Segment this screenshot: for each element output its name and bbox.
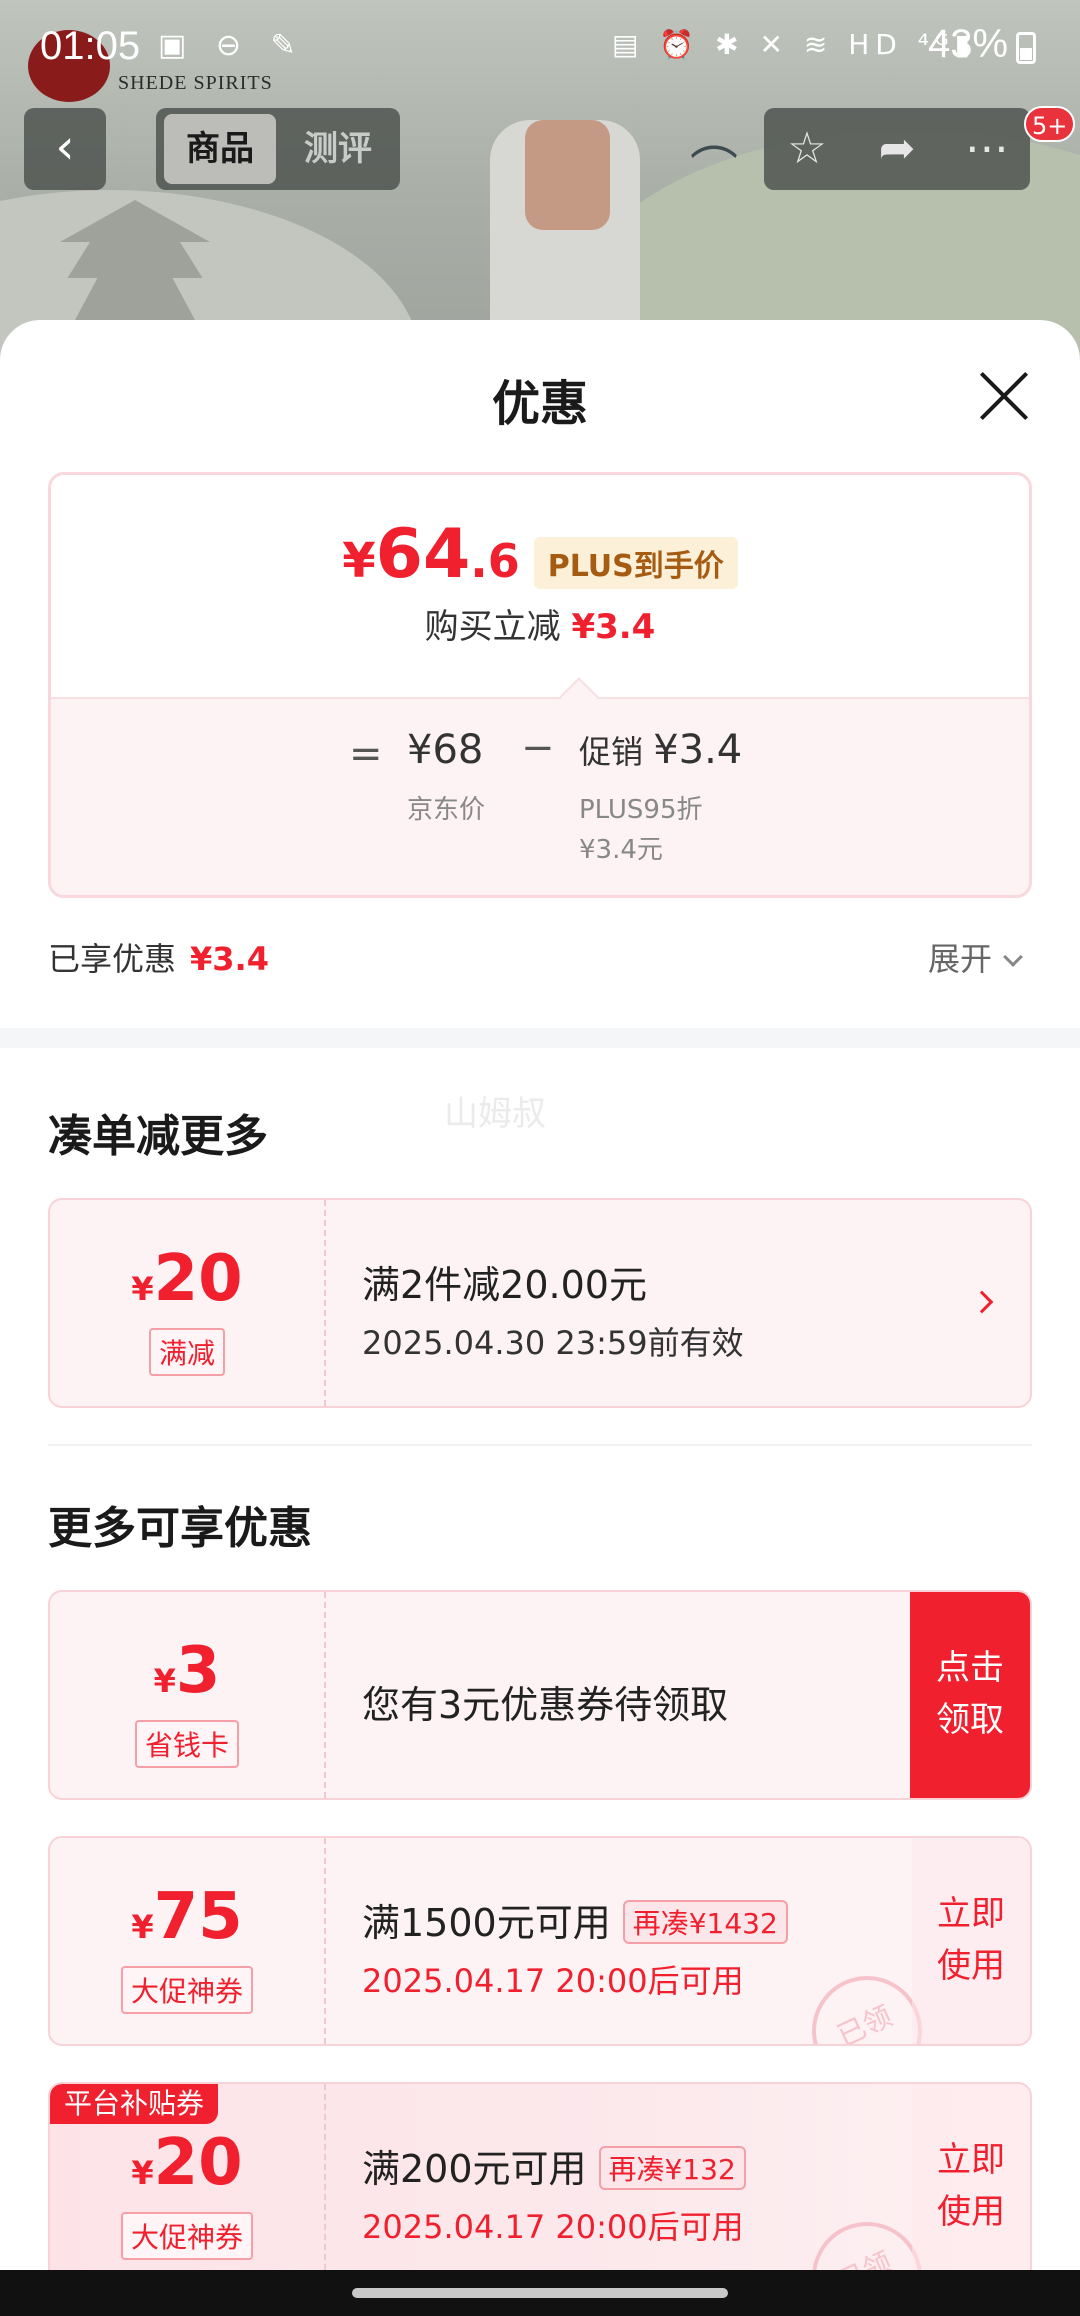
coupon-value-area: ¥75 大促神券 — [50, 1838, 326, 2044]
gesture-bar — [0, 2270, 1080, 2316]
coupon-validity: 2025.04.30 23:59前有效 — [362, 1324, 744, 1362]
coupon-condition-text: 满200元可用 — [362, 2147, 587, 2191]
system-status-icons: ▤ ⏰ ✱ ✕ ≋ HD ⁴ᴳ▮ — [612, 28, 977, 61]
coupon-amount-value: 20 — [153, 2126, 243, 2200]
battery-percent: 43% — [928, 22, 1009, 66]
more-button[interactable]: ⋯ — [954, 116, 1020, 182]
share-button[interactable]: ➦ — [864, 116, 930, 182]
coupon-amount: ¥20 — [50, 2126, 324, 2200]
claim-coupon-button[interactable]: 点击 领取 — [910, 1592, 1030, 1798]
coupon-condition: 满200元可用 再凑¥132 — [362, 2138, 746, 2194]
buy-reduce-value: ¥3.4 — [571, 607, 656, 647]
coupon-big-promo-20: 平台补贴券 ¥20 大促神券 满200元可用 再凑¥132 2025.04.17 … — [48, 2082, 1032, 2292]
coupon-condition-text: 满1500元可用 — [362, 1901, 611, 1945]
plus-price-tag: PLUS到手价 — [533, 536, 738, 589]
coupon-validity: 2025.04.17 20:00后可用 — [362, 2208, 744, 2246]
chevron-right-icon — [970, 1290, 994, 1314]
coupon-big-promo-75: ¥75 大促神券 满1500元可用 再凑¥1432 2025.04.17 20:0… — [48, 1836, 1032, 2046]
buy-reduce: 购买立减 ¥3.4 — [51, 599, 1029, 648]
header-actions: ☆ ➦ ⋯ — [764, 108, 1030, 190]
use-coupon-button[interactable]: 立即 使用 — [912, 2084, 1030, 2290]
share-icon: ➦ — [878, 123, 916, 174]
coupon-amount: ¥3 — [50, 1634, 324, 1708]
expand-button[interactable]: 展开 — [928, 934, 1023, 980]
coupon-validity: 2025.04.17 20:00后可用 — [362, 1962, 744, 2000]
add-more-pill: 再凑¥132 — [598, 2145, 746, 2190]
minus-sign: − — [521, 725, 555, 771]
coupon-value-area: ¥20 大促神券 — [50, 2084, 326, 2290]
coupon-currency: ¥ — [131, 2154, 154, 2192]
coupon-currency: ¥ — [131, 1908, 154, 1946]
battery-icon — [1016, 32, 1036, 64]
promo-detail-amount: ¥3.4元 — [579, 835, 663, 865]
coupon-condition: 满2件减20.00元 — [362, 1263, 647, 1307]
price-calculation: = ¥68 京东价 − 促销 ¥3.4 PLUS95折 ¥3.4元 — [51, 697, 1029, 895]
coupon-amount-value: 75 — [153, 1880, 243, 1954]
coupon-full-reduction[interactable]: ¥20 满减 满2件减20.00元 2025.04.30 23:59前有效 — [48, 1198, 1032, 1408]
section-title-more-coupons: 更多可享优惠 — [48, 1503, 312, 1554]
cart-badge: 5+ — [1024, 106, 1076, 142]
coupon-amount: ¥20 — [50, 1242, 324, 1316]
chevron-down-icon — [1003, 947, 1023, 967]
more-icon: ⋯ — [965, 123, 1009, 174]
coupon-type-tag: 满减 — [148, 1328, 226, 1376]
promo-amount: 促销 ¥3.4 — [579, 727, 742, 773]
promo-label: 促销 — [579, 733, 644, 771]
divider-line — [48, 1444, 1032, 1446]
watermark: 山姆叔 — [444, 1094, 546, 1134]
buy-reduce-label: 购买立减 — [424, 607, 561, 647]
price-integer: 64 — [375, 515, 471, 594]
price-breakdown-card: ¥64.6 PLUS到手价 购买立减 ¥3.4 = ¥68 京东价 − 促销 ¥3… — [48, 472, 1032, 898]
section-divider — [0, 1028, 1080, 1048]
coupon-saving-card: ¥3 省钱卡 您有3元优惠券待领取 点击 领取 — [48, 1590, 1032, 1800]
favorite-button[interactable]: ☆ — [774, 116, 840, 182]
status-time: 01:05 — [40, 24, 141, 68]
back-button[interactable]: ‹ — [24, 108, 106, 190]
coupon-type-tag: 大促神券 — [120, 2212, 254, 2260]
section-title-more-deals: 凑单减更多 — [48, 1111, 268, 1162]
close-icon[interactable] — [978, 370, 1030, 422]
coupon-currency: ¥ — [153, 1662, 176, 1700]
price-decimal: .6 — [470, 534, 520, 588]
equals-sign: = — [349, 731, 383, 777]
enjoyed-discount: 已享优惠 ¥3.4 — [48, 934, 269, 980]
star-icon: ☆ — [787, 123, 827, 174]
price-summary: ¥64.6 PLUS到手价 购买立减 ¥3.4 — [51, 475, 1029, 697]
use-coupon-button[interactable]: 立即 使用 — [912, 1838, 1030, 2044]
final-price: ¥64.6 PLUS到手价 — [51, 515, 1029, 599]
promo-detail: PLUS95折 — [579, 795, 703, 825]
coupon-amount-value: 20 — [153, 1242, 243, 1316]
enjoyed-label: 已享优惠 — [48, 940, 177, 978]
jd-price-label: 京东价 — [407, 795, 486, 825]
coupon-value-area: ¥20 满减 — [50, 1200, 326, 1406]
coupon-value-area: ¥3 省钱卡 — [50, 1592, 326, 1798]
coupon-amount-value: 3 — [175, 1634, 221, 1708]
status-bar: 01:05 ▣ ⊖ ✎ ▤ ⏰ ✱ ✕ ≋ HD ⁴ᴳ▮ 43% — [0, 0, 1080, 96]
coupon-condition: 您有3元优惠券待领取 — [362, 1683, 729, 1727]
coupon-type-tag: 大促神券 — [120, 1966, 254, 2014]
tab-review[interactable]: 测评 — [282, 114, 394, 184]
enjoyed-value: ¥3.4 — [190, 940, 269, 978]
notification-icons: ▣ ⊖ ✎ — [158, 28, 306, 63]
product-tabs: 商品 测评 — [156, 108, 400, 190]
bottle-cap-illustration — [525, 120, 610, 230]
jd-price: ¥68 — [407, 727, 484, 773]
tab-product[interactable]: 商品 — [164, 114, 276, 184]
discount-sheet: 优惠 ¥64.6 PLUS到手价 购买立减 ¥3.4 = ¥68 京东价 − 促销… — [0, 320, 1080, 2316]
expand-label: 展开 — [928, 940, 993, 978]
add-more-pill: 再凑¥1432 — [622, 1899, 788, 1944]
home-indicator[interactable] — [352, 2288, 728, 2298]
sheet-title: 优惠 — [491, 376, 588, 432]
coupon-amount: ¥75 — [50, 1880, 324, 1954]
price-currency: ¥ — [342, 533, 376, 589]
back-icon: ‹ — [55, 119, 75, 175]
coupon-type-tag: 省钱卡 — [134, 1720, 240, 1768]
coupon-condition: 满1500元可用 再凑¥1432 — [362, 1892, 788, 1948]
promo-value: ¥3.4 — [653, 727, 743, 773]
coupon-currency: ¥ — [131, 1270, 154, 1308]
